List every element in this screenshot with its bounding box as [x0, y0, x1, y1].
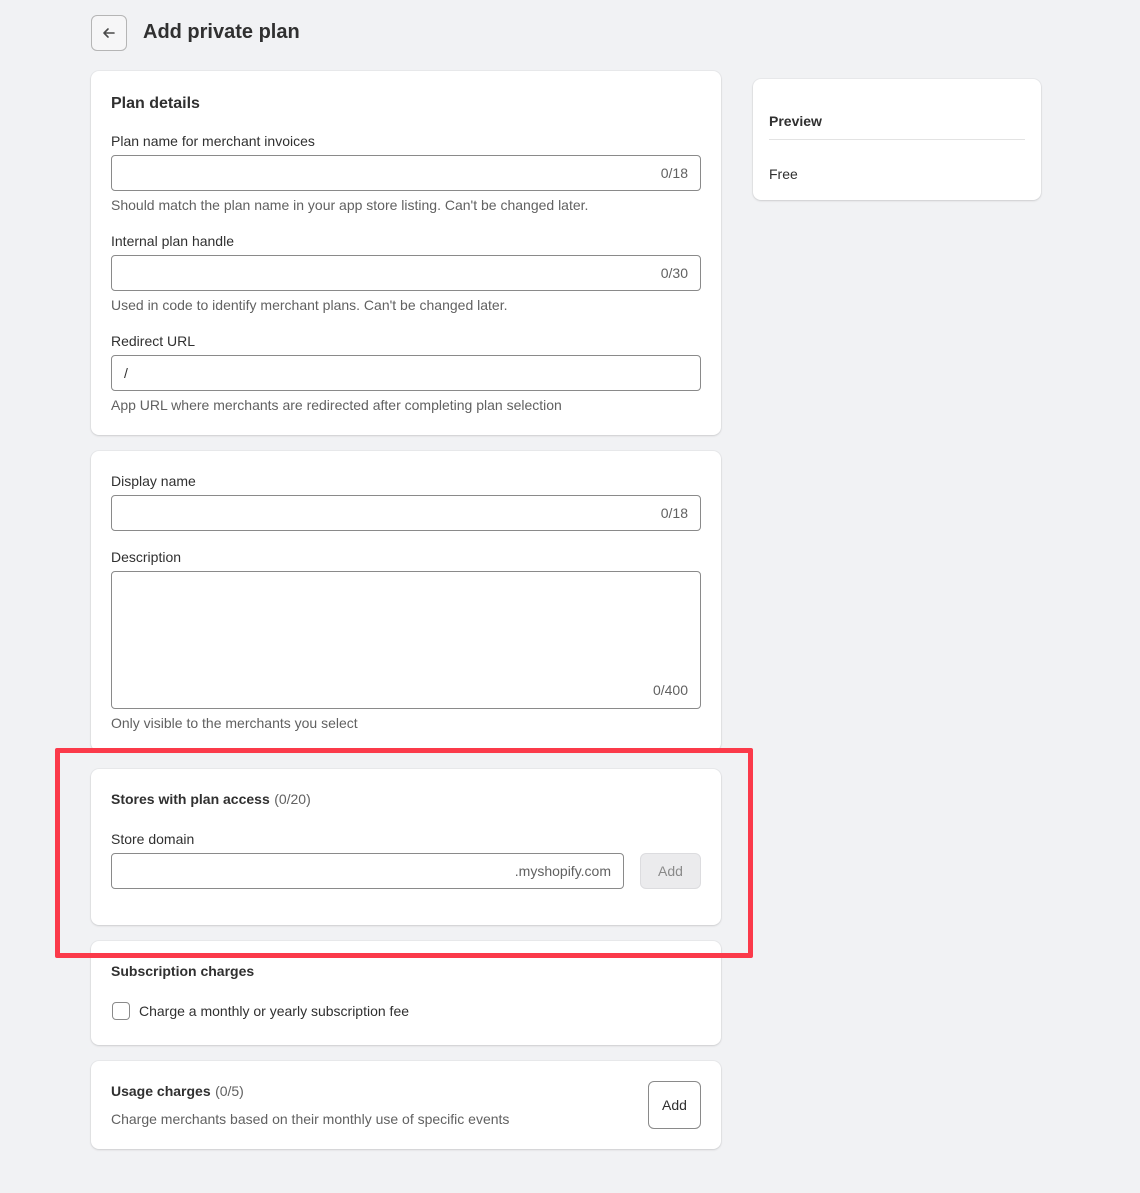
redirect-url-value: / — [124, 365, 128, 381]
arrow-left-icon — [103, 28, 115, 38]
page: Add private plan Plan details Plan name … — [0, 0, 1140, 1193]
subscription-card: Subscription charges Charge a monthly or… — [91, 941, 721, 1045]
usage-title: Usage charges — [111, 1083, 211, 1099]
plan-details-title: Plan details — [111, 95, 200, 112]
handle-input[interactable]: 0/30 — [111, 255, 701, 291]
display-name-counter: 0/18 — [660, 505, 688, 521]
add-store-button[interactable]: Add — [640, 853, 701, 889]
description-counter: 0/400 — [652, 682, 688, 698]
usage-heading: Usage charges (0/5) — [111, 1083, 244, 1101]
preview-price: Free — [769, 166, 798, 182]
back-button[interactable] — [91, 15, 127, 51]
subscription-checkbox[interactable] — [112, 1002, 130, 1020]
redirect-label: Redirect URL — [111, 333, 196, 349]
preview-divider — [769, 139, 1025, 140]
description-help: Only visible to the merchants you select — [111, 715, 358, 731]
preview-title: Preview — [769, 113, 822, 129]
plan-name-input[interactable]: 0/18 — [111, 155, 701, 191]
display-name-input[interactable]: 0/18 — [111, 495, 701, 531]
description-label: Description — [111, 549, 182, 565]
redirect-url-input[interactable]: / — [111, 355, 701, 391]
subscription-title: Subscription charges — [111, 963, 255, 979]
plan-name-counter: 0/18 — [660, 165, 688, 181]
display-name-label: Display name — [111, 473, 196, 489]
store-domain-label: Store domain — [111, 831, 195, 847]
plan-name-help: Should match the plan name in your app s… — [111, 197, 589, 213]
preview-card: Preview Free — [753, 79, 1041, 200]
page-title: Add private plan — [143, 21, 300, 43]
stores-title: Stores with plan access — [111, 791, 270, 807]
plan-details-card: Plan details Plan name for merchant invo… — [91, 71, 721, 435]
stores-heading: Stores with plan access (0/20) — [111, 791, 311, 809]
store-domain-input[interactable]: .myshopify.com — [111, 853, 624, 889]
plan-name-label: Plan name for merchant invoices — [111, 133, 315, 149]
redirect-help: App URL where merchants are redirected a… — [111, 397, 562, 413]
usage-count: (0/5) — [215, 1083, 244, 1099]
usage-help: Charge merchants based on their monthly … — [111, 1111, 510, 1127]
subscription-checkbox-label[interactable]: Charge a monthly or yearly subscription … — [139, 1003, 409, 1019]
display-card: Display name 0/18 Description 0/400 Only… — [91, 451, 721, 751]
handle-counter: 0/30 — [660, 265, 688, 281]
stores-count: (0/20) — [274, 791, 311, 807]
store-domain-suffix: .myshopify.com — [514, 863, 611, 879]
add-usage-charge-button[interactable]: Add — [648, 1081, 701, 1129]
description-textarea[interactable]: 0/400 — [111, 571, 701, 709]
usage-card: Usage charges (0/5) Charge merchants bas… — [91, 1061, 721, 1149]
handle-label: Internal plan handle — [111, 233, 234, 249]
stores-card: Stores with plan access (0/20) Store dom… — [91, 769, 721, 925]
handle-help: Used in code to identify merchant plans.… — [111, 297, 508, 313]
